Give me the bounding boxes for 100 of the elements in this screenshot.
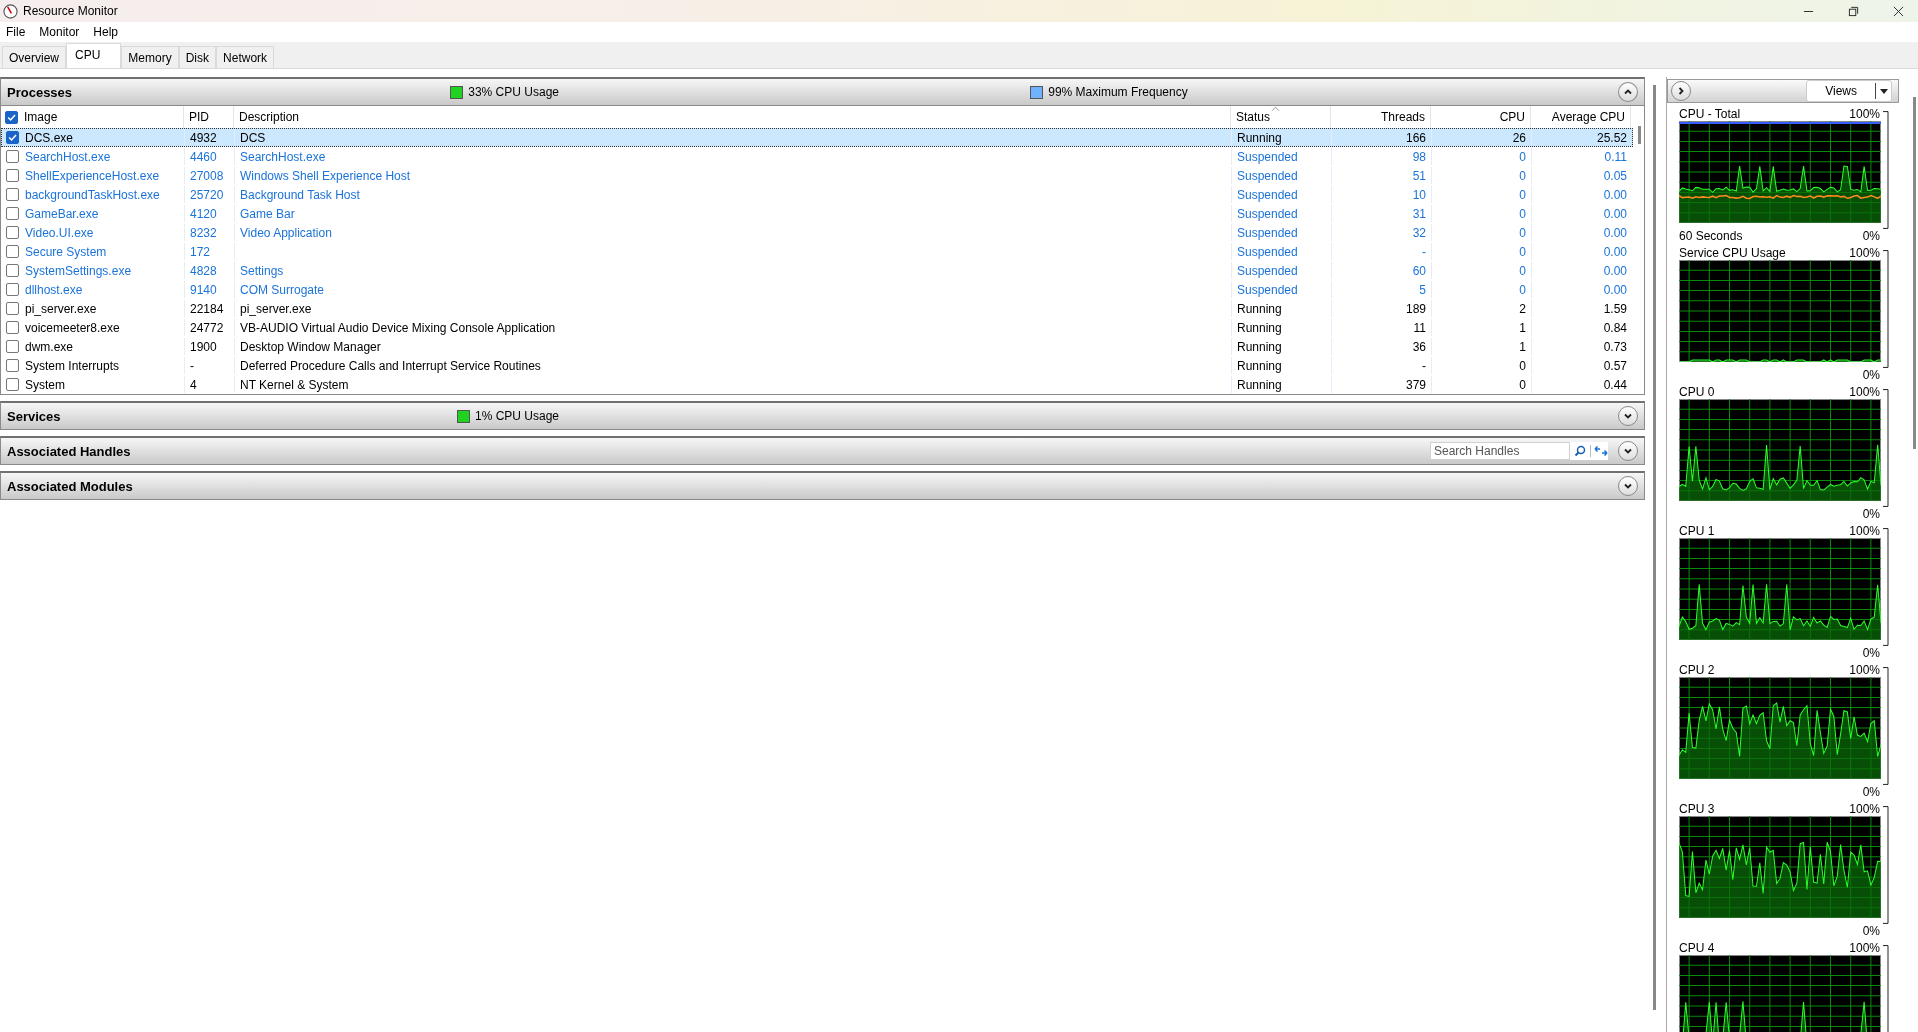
row-checkbox[interactable] xyxy=(6,207,19,220)
scrollbar[interactable] xyxy=(1653,85,1656,1010)
process-row[interactable]: voicemeeter8.exe 24772 VB-AUDIO Virtual Audio Device Mixing Console Application Running 11 1 0.84 xyxy=(1,318,1633,337)
process-row[interactable]: Secure System 172 Suspended - 0 0.00 xyxy=(1,242,1633,261)
expand-button[interactable] xyxy=(1618,476,1638,496)
row-checkbox[interactable] xyxy=(6,131,19,144)
restore-icon[interactable] xyxy=(1848,5,1859,17)
row-checkbox[interactable] xyxy=(6,283,19,296)
table-cell: 0 xyxy=(1519,149,1526,164)
graph-time-label: 60 Seconds xyxy=(1679,229,1743,243)
row-checkbox[interactable] xyxy=(6,378,19,391)
table-cell: 0 xyxy=(1519,206,1526,221)
table-cell: 25.52 xyxy=(1596,130,1627,145)
close-icon[interactable] xyxy=(1893,5,1904,17)
process-row[interactable]: System Interrupts - Deferred Procedure Calls and Interrupt Service Routines Running - 0 0.57 xyxy=(1,356,1633,375)
table-cell: Secure System xyxy=(25,244,107,259)
table-cell: DCS.exe xyxy=(25,130,74,145)
row-checkbox[interactable] xyxy=(6,264,19,277)
process-row[interactable]: dllhost.exe 9140 COM Surrogate Suspended 5 0 0.00 xyxy=(1,280,1633,299)
table-cell: 0.00 xyxy=(1603,263,1627,278)
table-cell: - xyxy=(1422,244,1426,259)
table-cell: 4460 xyxy=(190,149,217,164)
chevron-icon xyxy=(1676,86,1686,96)
table-cell: 0 xyxy=(1519,282,1526,297)
section-header[interactable]: Associated Modules xyxy=(0,471,1645,500)
tab[interactable]: Overview xyxy=(2,46,66,68)
graph-max-label: 100% xyxy=(1849,524,1880,538)
table-cell: 0 xyxy=(1519,263,1526,278)
table-cell: System xyxy=(25,377,65,392)
legend-label: 33% CPU Usage xyxy=(468,85,559,99)
row-checkbox[interactable] xyxy=(6,169,19,182)
table-cell: Suspended xyxy=(1237,168,1298,183)
caret-icon xyxy=(1880,88,1888,94)
section-header[interactable]: Associated Handles Search Handles xyxy=(0,436,1645,465)
chevron-icon xyxy=(1623,481,1633,491)
section-header[interactable]: Services 1% CPU Usage xyxy=(0,401,1645,430)
tab[interactable]: CPU xyxy=(66,43,122,68)
views-button[interactable]: Views xyxy=(1806,80,1892,102)
table-cell: 4932 xyxy=(190,130,217,145)
app-icon xyxy=(3,3,18,19)
process-row[interactable]: SearchHost.exe 4460 SearchHost.exe Suspended 98 0 0.11 xyxy=(1,147,1633,166)
menu-item[interactable]: Help xyxy=(87,25,127,39)
process-row[interactable]: dwm.exe 1900 Desktop Window Manager Running 36 1 0.73 xyxy=(1,337,1633,356)
expand-button[interactable] xyxy=(1618,441,1638,461)
table-cell: 1900 xyxy=(190,339,217,354)
section-header[interactable]: Processes 33% CPU Usage 99% Maximum Frequency xyxy=(0,77,1645,106)
row-checkbox[interactable] xyxy=(6,321,19,334)
table-cell: 36 xyxy=(1412,339,1426,354)
table-cell: Windows Shell Experience Host xyxy=(240,168,411,183)
process-row[interactable]: DCS.exe 4932 DCS Running 166 26 25.52 xyxy=(1,128,1633,147)
table-cell: 0.00 xyxy=(1603,187,1627,202)
table-cell: 10 xyxy=(1412,187,1426,202)
expand-panel-button[interactable] xyxy=(1671,81,1691,101)
table-cell: 0.00 xyxy=(1603,244,1627,259)
table-cell: 60 xyxy=(1412,263,1426,278)
collapse-button[interactable] xyxy=(1618,82,1638,102)
table-cell: COM Surrogate xyxy=(240,282,325,297)
tab[interactable]: Network xyxy=(216,46,275,68)
process-row[interactable]: SystemSettings.exe 4828 Settings Suspended 60 0 0.00 xyxy=(1,261,1633,280)
row-checkbox[interactable] xyxy=(6,359,19,372)
table-cell: 0 xyxy=(1519,225,1526,240)
table-cell: dwm.exe xyxy=(25,339,74,354)
menu-item[interactable]: Monitor xyxy=(33,25,88,39)
table-cell: 24772 xyxy=(190,320,224,335)
process-row[interactable]: System 4 NT Kernel & System Running 379 0 0.44 xyxy=(1,375,1633,394)
select-all-checkbox[interactable] xyxy=(5,110,18,124)
row-checkbox[interactable] xyxy=(6,302,19,315)
tab[interactable]: Memory xyxy=(121,46,179,68)
search-icon[interactable] xyxy=(1574,445,1586,457)
table-cell: DCS xyxy=(240,130,266,145)
scrollbar[interactable] xyxy=(1913,97,1916,449)
process-row[interactable]: ShellExperienceHost.exe 27008 Windows Shell Experience Host Suspended 51 0 0.05 xyxy=(1,166,1633,185)
table-cell: 11 xyxy=(1413,320,1426,335)
tab[interactable]: Disk xyxy=(178,46,217,68)
table-cell: 0 xyxy=(1519,187,1526,202)
table-cell: 0 xyxy=(1519,244,1526,259)
table-cell: 0 xyxy=(1519,168,1526,183)
process-row[interactable]: pi_server.exe 22184 pi_server.exe Running 189 2 1.59 xyxy=(1,299,1633,318)
row-checkbox[interactable] xyxy=(6,340,19,353)
expand-button[interactable] xyxy=(1618,406,1638,426)
table-cell: 4828 xyxy=(190,263,217,278)
chevron-icon xyxy=(1623,87,1634,97)
table-cell: 379 xyxy=(1405,377,1426,392)
table-cell: 0 xyxy=(1519,377,1526,392)
row-checkbox[interactable] xyxy=(6,188,19,201)
process-row[interactable]: backgroundTaskHost.exe 25720 Background Task Host Suspended 10 0 0.00 xyxy=(1,185,1633,204)
row-checkbox[interactable] xyxy=(6,245,19,258)
graph-title: Service CPU Usage xyxy=(1679,246,1786,260)
menu-item[interactable]: File xyxy=(0,25,34,39)
refresh-arrows-icon[interactable] xyxy=(1590,445,1608,457)
process-row[interactable]: GameBar.exe 4120 Game Bar Suspended 31 0 0.00 xyxy=(1,204,1633,223)
row-checkbox[interactable] xyxy=(6,150,19,163)
table-cell: 27008 xyxy=(190,168,224,183)
row-checkbox[interactable] xyxy=(6,226,19,239)
table-cell: 51 xyxy=(1412,168,1426,183)
table-cell: System Interrupts xyxy=(25,358,120,373)
search-field[interactable]: Search Handles xyxy=(1430,442,1570,460)
graph-title: CPU 3 xyxy=(1679,802,1715,816)
process-row[interactable]: Video.UI.exe 8232 Video Application Suspended 32 0 0.00 xyxy=(1,223,1633,242)
legend-label: 99% Maximum Frequency xyxy=(1048,85,1188,99)
